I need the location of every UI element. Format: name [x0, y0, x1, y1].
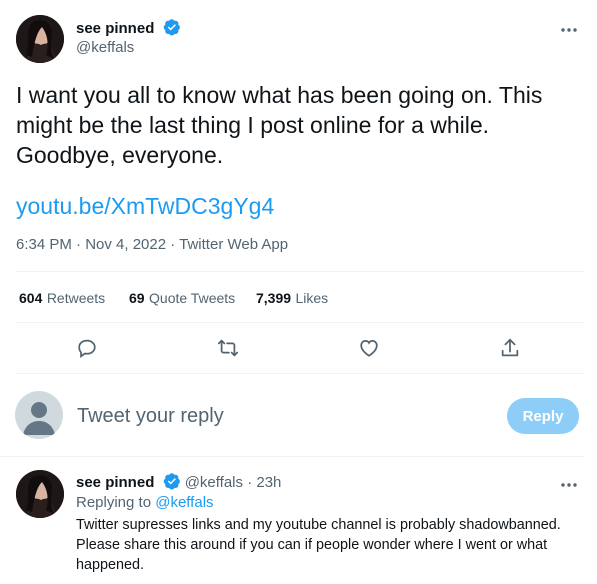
tweet-text-line: I want you all to know what has been goi…: [16, 82, 543, 108]
retweet-icon[interactable]: [217, 337, 239, 359]
more-horizontal-icon[interactable]: [560, 22, 578, 33]
reply-author-name[interactable]: see pinned: [76, 474, 154, 491]
reply-button[interactable]: Reply: [507, 398, 579, 434]
verified-badge-icon: [163, 472, 181, 494]
reply-input[interactable]: Tweet your reply: [77, 405, 487, 428]
more-horizontal-icon[interactable]: [560, 477, 578, 488]
share-icon[interactable]: [499, 337, 521, 359]
current-user-avatar[interactable]: [15, 391, 63, 439]
quote-tweets-label: Quote Tweets: [149, 290, 236, 306]
author-avatar[interactable]: [16, 15, 64, 63]
reply-icon[interactable]: [76, 337, 98, 359]
author-name-row[interactable]: see pinned: [76, 18, 181, 40]
tweet-text-line: might be the last thing I post online fo…: [16, 112, 490, 138]
retweets-label: Retweets: [46, 290, 106, 306]
quote-tweets-count: 69: [129, 290, 145, 306]
reply-text-line: Please share this around if you can if p…: [76, 537, 548, 553]
replying-to-line: Replying to @keffals: [76, 493, 214, 513]
retweets-count: 604: [19, 290, 43, 306]
tweet-timestamp[interactable]: 6:34 PM · Nov 4, 2022 · Twitter Web App: [16, 236, 288, 253]
quote-tweets-stat[interactable]: 69 Quote Tweets: [129, 290, 235, 308]
tweet-text-line: Goodbye, everyone.: [16, 142, 224, 168]
likes-label: Likes: [295, 290, 329, 306]
reply-author-handle[interactable]: @keffals: [185, 474, 243, 491]
tweet-text: I want you all to know what has been goi…: [16, 80, 586, 170]
likes-count: 7,399: [256, 290, 292, 306]
reply-text: Twitter supresses links and my youtube c…: [76, 515, 591, 575]
reply-text-line: Twitter supresses links and my youtube c…: [76, 517, 561, 533]
like-icon[interactable]: [358, 337, 380, 359]
reply-time[interactable]: · 23h: [247, 474, 281, 491]
reply-text-line: happened.: [76, 557, 145, 573]
retweets-stat[interactable]: 604 Retweets: [19, 290, 105, 308]
reply-author-avatar[interactable]: [16, 470, 64, 518]
verified-badge-icon: [163, 18, 181, 40]
replying-to-link[interactable]: @keffals: [155, 494, 213, 511]
reply-header: see pinned @keffals · 23h: [76, 472, 281, 494]
tweet-link[interactable]: youtu.be/XmTwDC3gYg4: [16, 191, 274, 221]
author-handle[interactable]: @keffals: [76, 39, 134, 56]
author-display-name[interactable]: see pinned: [76, 20, 154, 37]
replying-to-prefix: Replying to: [76, 494, 152, 511]
likes-stat[interactable]: 7,399 Likes: [256, 290, 328, 308]
